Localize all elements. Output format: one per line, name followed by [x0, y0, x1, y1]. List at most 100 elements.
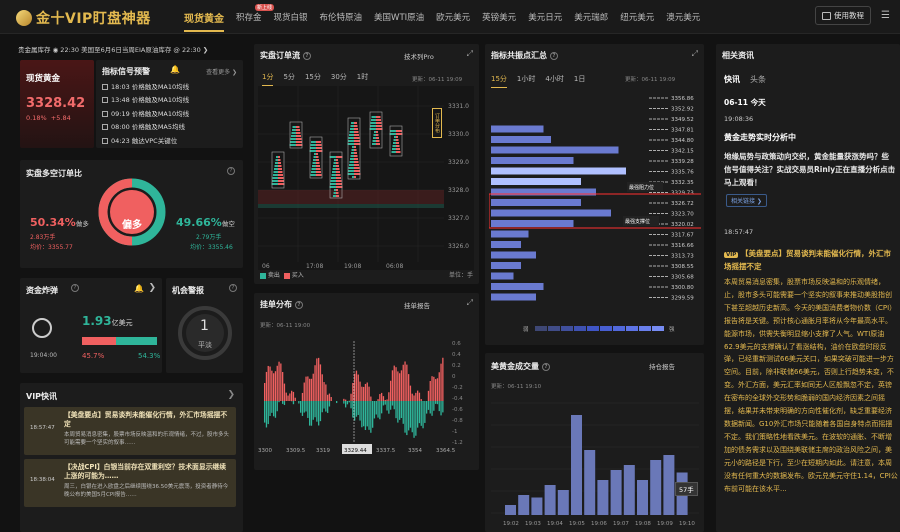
pending-title: 挂单分布: [260, 300, 292, 309]
tab-usdchf[interactable]: 美元瑞郎: [574, 11, 608, 25]
news-headline[interactable]: 黄金走势实时分析中: [724, 132, 796, 143]
app-logo: 金十VIP盯盘神器: [16, 8, 151, 28]
timeframe-tab[interactable]: 15分: [491, 74, 507, 88]
indicator-chart[interactable]: 3356.86 3352.92 3349.52 3347.81 3344.80 3342.…: [489, 94, 701, 340]
tab-spot-gold[interactable]: 现货黄金: [184, 10, 224, 32]
buy-volume-mark: [296, 141, 302, 143]
tab-audusd[interactable]: 澳元美元: [666, 11, 700, 25]
vip-news-item[interactable]: 18:57:47 【美盘要点】贸易谈判未能催化行情，外汇市场摇摆不定 本周贸易消息密…: [24, 407, 236, 455]
pending-order-panel: 挂单分布? 挂单报告 ⤢ 更新：06-11 19:00 0.6 0.4 0.2 0 -0…: [254, 293, 479, 470]
timeframe-tab[interactable]: 1时: [357, 72, 368, 86]
sell-volume-mark: [309, 150, 316, 152]
expand-icon[interactable]: ⤢: [467, 298, 473, 308]
buy-volume-mark: [354, 122, 357, 124]
help-icon[interactable]: ?: [229, 284, 237, 292]
pending-updated: 更新：06-11 19:00: [260, 323, 311, 329]
tab-usdjpy[interactable]: 美元日元: [528, 11, 562, 25]
timeframe-tab[interactable]: 15分: [305, 72, 321, 86]
signal-item[interactable]: 08:00 价格触及MA5均线: [102, 121, 185, 131]
order-distribution-tag[interactable]: 订单分布: [432, 108, 442, 138]
buy-volume-mark: [396, 151, 401, 153]
news-panel: 相关资讯 快讯 头条 06-11 今天 19:08:36 黄金走势实时分析中 地…: [716, 44, 900, 532]
volume-bar: [505, 505, 516, 515]
buy-pending-bar: [328, 393, 331, 401]
price-level-label: 3308.55: [671, 264, 694, 270]
expand-icon[interactable]: ⤢: [467, 49, 473, 59]
sell-pending-bar: [359, 401, 361, 421]
tutorial-button[interactable]: 使用教程: [815, 6, 872, 25]
sell-pending-bar: [276, 401, 278, 412]
order-flow-panel: 实盘订单流? 技术列Pro ⤢ 1分 5分 15分 30分 1时 更新：06-11 19…: [254, 44, 479, 284]
sell-volume-mark: [347, 143, 354, 145]
signal-item[interactable]: 18:03 价格触及MA10均线: [102, 81, 189, 91]
help-icon[interactable]: ?: [550, 51, 558, 60]
weak-label: 弱: [523, 326, 529, 333]
related-link-button[interactable]: 相关链接 ❯: [726, 194, 767, 207]
sell-volume-mark: [348, 167, 354, 169]
news-body: 地缘局势与政策动向交织，黄金能量获涨势吗？些信号值得关注？实战交易员Rinly正…: [724, 152, 896, 187]
menu-icon: ☰: [881, 10, 890, 21]
pending-order-chart[interactable]: 0.6 0.4 0.2 0 -0.2 -0.4 -0.6 -0.8 -1 -1.2 3300 3309…: [256, 331, 477, 467]
help-icon[interactable]: ?: [295, 300, 303, 309]
position-report-link[interactable]: 持仓报告: [649, 361, 675, 371]
help-icon[interactable]: ?: [542, 362, 550, 371]
chevron-right-icon[interactable]: ❯: [227, 390, 235, 400]
buy-pending-bar: [400, 370, 403, 401]
buy-pending-bar: [278, 361, 280, 401]
volume-chart[interactable]: 19:02 19:03 19:04 19:05 19:06 19:07 19:08 19:09…: [491, 393, 699, 531]
signal-item[interactable]: 09:19 价格触及MA10均线: [102, 108, 189, 118]
expand-icon[interactable]: ⤢: [692, 49, 698, 59]
help-icon[interactable]: ?: [71, 284, 79, 292]
sell-pending-bar: [366, 401, 368, 427]
sell-pending-bar: [372, 401, 374, 428]
menu-button[interactable]: ☰: [881, 10, 890, 21]
sell-volume-mark: [272, 177, 278, 179]
short-avg: 均价：3355.46: [190, 244, 233, 251]
tab-nzdusd[interactable]: 纽元美元: [620, 11, 654, 25]
tab-headlines[interactable]: 头条: [750, 74, 766, 85]
tech-pro-link[interactable]: 技术列Pro: [404, 51, 434, 61]
timeframe-tab[interactable]: 1小时: [517, 74, 535, 88]
timeframe-tab[interactable]: 1日: [574, 74, 585, 88]
news-headline-2[interactable]: 【美盘要点】贸易谈判未能催化行情，外汇市场摇摆不定: [724, 249, 891, 271]
vip-news-item[interactable]: 18:38:04 【决战CPI】白银当前存在双重利空？技术面显示继续上涨的可能为……: [24, 459, 236, 507]
timeframe-tab[interactable]: 1分: [262, 72, 274, 86]
tab-flash-news[interactable]: 快讯: [724, 74, 740, 85]
help-icon[interactable]: ?: [303, 51, 311, 60]
price-card[interactable]: 现货黄金 3328.42 0.18% +5.84: [20, 60, 94, 148]
strength-swatch: [548, 326, 560, 331]
tab-wti[interactable]: 美国WTI原油: [374, 11, 424, 25]
help-icon[interactable]: ?: [227, 167, 235, 175]
tab-brent[interactable]: 布伦特原油: [320, 11, 363, 25]
bell-icon[interactable]: 🔔: [134, 284, 144, 293]
tab-gbpusd[interactable]: 英镑美元: [482, 11, 516, 25]
signal-item[interactable]: 13:48 价格触及MA10均线: [102, 94, 189, 104]
price-level-label: 3332.35: [671, 180, 694, 186]
opportunity-panel: 机会警报 ? 1 平淡: [166, 278, 243, 373]
sell-volume-mark: [349, 161, 354, 163]
sell-volume-mark: [333, 192, 336, 194]
sell-volume-mark: [349, 164, 354, 166]
timeframe-tab[interactable]: 4小时: [545, 74, 563, 88]
buy-volume-mark: [336, 174, 341, 176]
pending-report-link[interactable]: 挂单报告: [404, 300, 430, 310]
signal-time: 04:23: [111, 136, 130, 145]
volume-bar: [623, 465, 635, 515]
price-level-label: 3335.76: [671, 170, 694, 176]
sell-pending-bar: [390, 401, 392, 410]
price-title: 现货黄金: [26, 74, 61, 84]
signal-item[interactable]: 04:23 触达VPC关键位: [102, 135, 177, 145]
chevron-right-icon[interactable]: ❯: [148, 283, 156, 293]
sell-pending-bar: [309, 401, 311, 426]
tab-eurusd[interactable]: 欧元美元: [436, 11, 470, 25]
event-ticker[interactable]: 贵金属库存 ◉ 22:30 美国至6月6日当周EIA原油库存 @ 22:30 ❯: [18, 44, 240, 54]
buy-pending-bar: [289, 393, 291, 401]
tab-gold-deposit[interactable]: 积存金: [236, 11, 262, 25]
timeframe-tab[interactable]: 5分: [283, 72, 294, 86]
signal-more-link[interactable]: 查看更多 ❯: [206, 67, 237, 76]
tab-spot-silver[interactable]: 现货白银: [274, 11, 308, 25]
buy-volume-mark: [316, 168, 321, 170]
vip-news-title: 【美盘要点】贸易谈判未能催化行情，外汇市场摇摆不定: [64, 411, 228, 428]
timeframe-tab[interactable]: 30分: [331, 72, 347, 86]
volume-bar: [571, 415, 582, 515]
